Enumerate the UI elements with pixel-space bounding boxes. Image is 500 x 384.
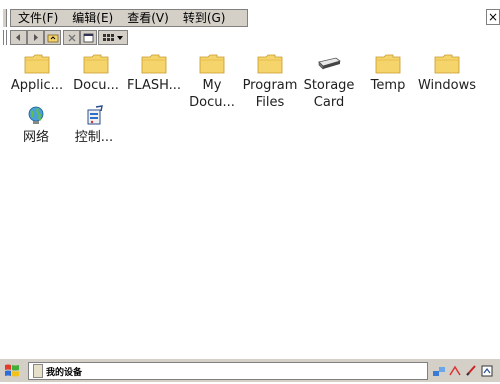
folder-icon [375, 54, 401, 74]
folder-item-my-documents[interactable]: My Docu... [182, 52, 242, 111]
item-label-line2: Files [255, 95, 285, 110]
folder-icon [141, 54, 167, 74]
keyboard-tray-icon[interactable] [448, 364, 462, 378]
item-label: Applic... [10, 78, 64, 93]
network-item[interactable]: 网络 [6, 104, 66, 146]
folder-icon [199, 54, 225, 74]
item-label: FLASH... [126, 78, 182, 93]
taskbar: 我的设备 [0, 358, 500, 382]
windows-start-icon [5, 364, 19, 377]
device-icon [33, 364, 43, 378]
item-label-line2: Card [313, 95, 345, 110]
view-menu-button[interactable] [98, 30, 128, 45]
item-label-line1: My [202, 78, 222, 93]
toolbar-grip[interactable] [3, 30, 7, 45]
storage-card-icon [318, 57, 341, 70]
item-label: Windows [417, 78, 477, 93]
network-icon [28, 106, 44, 124]
folder-item-documents[interactable]: Docu... [66, 52, 126, 94]
volume-tray-icon[interactable] [464, 364, 478, 378]
input-panel-icon[interactable] [480, 364, 494, 378]
properties-icon [83, 33, 94, 42]
folder-item-program-files[interactable]: Program Files [240, 52, 300, 111]
folder-item-windows[interactable]: Windows [417, 52, 477, 94]
menu-view[interactable]: 查看(V) [120, 10, 176, 26]
folder-item-temp[interactable]: Temp [358, 52, 418, 94]
storage-card-item[interactable]: Storage Card [299, 52, 359, 111]
item-label-line1: Storage [303, 78, 355, 93]
up-folder-icon [47, 34, 58, 42]
menu-bar-grip[interactable] [2, 9, 7, 27]
back-icon [16, 34, 20, 41]
menu-list: 文件(F) 编辑(E) 查看(V) 转到(G) [10, 9, 248, 27]
menu-file[interactable]: 文件(F) [11, 10, 65, 26]
item-label: 网络 [22, 130, 49, 145]
close-button[interactable]: × [486, 9, 500, 25]
control-panel-icon [87, 105, 103, 125]
forward-button[interactable] [27, 30, 44, 45]
delete-icon [68, 34, 75, 41]
item-label: Temp [370, 78, 406, 93]
folder-icon [83, 54, 109, 74]
folder-icon [257, 54, 283, 74]
menu-edit[interactable]: 编辑(E) [65, 10, 120, 26]
up-folder-button[interactable] [44, 30, 61, 45]
delete-button[interactable] [63, 30, 80, 45]
start-button[interactable] [3, 362, 21, 380]
network-tray-icon[interactable] [432, 364, 446, 378]
item-label: Docu... [73, 78, 119, 93]
folder-item-applications[interactable]: Applic... [7, 52, 67, 94]
system-tray [432, 362, 498, 380]
taskbar-item-label: 我的设备 [46, 367, 83, 378]
back-button[interactable] [10, 30, 27, 45]
folder-item-flash[interactable]: FLASH... [124, 52, 184, 94]
properties-button[interactable] [80, 30, 97, 45]
toolbar [0, 30, 500, 46]
folder-icon [434, 54, 460, 74]
menu-go[interactable]: 转到(G) [176, 10, 233, 26]
forward-icon [34, 34, 38, 41]
view-menu-icon [103, 33, 123, 41]
folder-icon [24, 54, 50, 74]
control-panel-item[interactable]: 控制... [64, 104, 124, 146]
taskbar-item-my-device[interactable]: 我的设备 [28, 362, 428, 380]
item-label-line1: Program [242, 78, 298, 93]
menu-bar: 文件(F) 编辑(E) 查看(V) 转到(G) × [0, 0, 500, 31]
item-label: 控制... [74, 130, 114, 145]
item-label-line2: Docu... [189, 95, 235, 110]
